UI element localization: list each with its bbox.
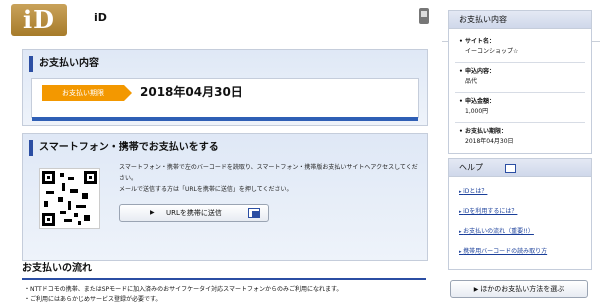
info-deadline: お支払い期限： 2018年04月30日	[459, 127, 583, 147]
help-link-barcode-reading[interactable]: 携帯用バーコードの読み取り方	[459, 247, 579, 257]
help-title: ヘルプ	[449, 159, 591, 177]
send-url-button[interactable]: ▶ URLを携帯に送信	[119, 204, 269, 222]
triangle-right-icon: ▶	[150, 209, 155, 216]
main-content: お支払い内容 お支払い期限 2018年04月30日 スマートフォン・携帯でお支払…	[0, 41, 442, 307]
list-item: ・ご利用にはあらかじめサービス登録が必要です。	[24, 296, 162, 303]
payment-summary-card: お支払い内容 お支払い期限 2018年04月30日	[22, 49, 428, 126]
info-application: 申込内容： 品代	[459, 67, 583, 87]
qr-code	[39, 168, 100, 229]
new-window-icon	[248, 208, 260, 218]
id-logo: iD	[11, 4, 67, 36]
other-payment-method-button[interactable]: ▶ ほかのお支払い方法を選ぶ	[450, 280, 588, 298]
smartphone-payment-card: スマートフォン・携帯でお支払いをする スマートフォン・携帯で左のバーコードを読取…	[22, 133, 428, 261]
info-site-name: サイト名： イーコンショップ☆	[459, 37, 583, 57]
help-header: ヘルプ	[449, 159, 591, 177]
other-payment-label: ほかのお支払い方法を選ぶ	[480, 285, 565, 293]
payment-flow-list: ・NTTドコモの携帯、またはSPモードに加入済みのおサイフケータイ対応スマートフ…	[24, 285, 428, 305]
deadline-tag: お支払い期限	[42, 85, 132, 101]
payment-flow-title: お支払いの流れ	[22, 260, 426, 280]
send-url-label: URLを携帯に送信	[166, 209, 222, 217]
sidebar: お支払い内容 サイト名： イーコンショップ☆ 申込内容： 品代 申込金額： 1,…	[448, 10, 592, 300]
info-amount: 申込金額： 1,000円	[459, 97, 583, 117]
help-link-what-is-id[interactable]: iDとは？	[459, 187, 579, 197]
help-link-how-to-use[interactable]: iDを利用するには？	[459, 207, 579, 217]
smartphone-instructions: スマートフォン・携帯で左のバーコードを読取り、スマートフォン・携帯版お支払いサイ…	[119, 162, 419, 195]
deadline-date: 2018年04月30日	[140, 85, 243, 99]
payment-summary-title: お支払い内容	[29, 56, 421, 72]
instruction-line-2: メールで送信する方は「URLを携帯に送信」を押してください。	[119, 186, 293, 193]
payment-info-title: お支払い内容	[449, 11, 591, 29]
new-window-icon	[505, 164, 516, 173]
payment-info-panel: お支払い内容 サイト名： イーコンショップ☆ 申込内容： 品代 申込金額： 1,…	[448, 10, 592, 154]
list-item: ・NTTドコモの携帯、またはSPモードに加入済みのおサイフケータイ対応スマートフ…	[24, 286, 343, 293]
help-panel: ヘルプ iDとは？ iDを利用するには？ お支払いの流れ（重要!!） 携帯用バー…	[448, 158, 592, 270]
instruction-line-1: スマートフォン・携帯で左のバーコードを読取り、スマートフォン・携帯版お支払いサイ…	[119, 164, 418, 182]
smartphone-payment-title: スマートフォン・携帯でお支払いをする	[29, 140, 421, 156]
deadline-box: お支払い期限 2018年04月30日	[31, 78, 419, 121]
help-link-payment-flow[interactable]: お支払いの流れ（重要!!）	[459, 227, 579, 237]
site-name: iD	[94, 11, 107, 24]
phone-icon	[419, 8, 429, 24]
